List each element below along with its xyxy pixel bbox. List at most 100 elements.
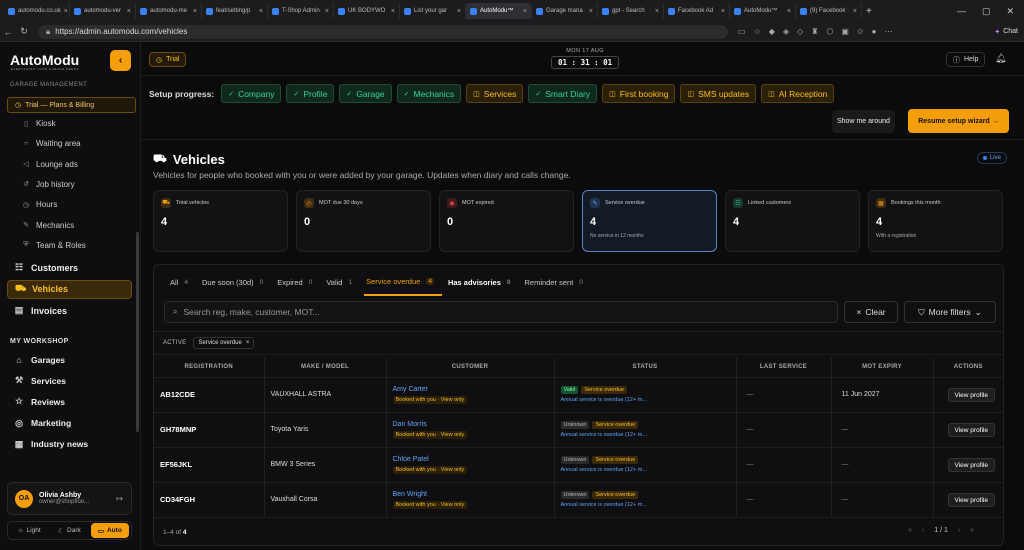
first-page-icon[interactable]: « bbox=[908, 527, 912, 534]
setup-step-garage[interactable]: ✓ Garage bbox=[339, 84, 392, 103]
bell-icon[interactable]: 🔔︎ bbox=[995, 53, 1006, 64]
column-header-status[interactable]: STATUS bbox=[554, 357, 737, 378]
setup-step-first-booking[interactable]: ◫ First booking bbox=[602, 84, 676, 103]
sidebar-item-invoices[interactable]: ▤ Invoices bbox=[7, 301, 132, 320]
status-note[interactable]: Annual service is overdue (12+ m... bbox=[561, 397, 736, 403]
column-header-make-model[interactable]: MAKE / MODEL bbox=[264, 357, 387, 378]
status-note[interactable]: Annual service is overdue (12+ m... bbox=[561, 502, 736, 508]
filter-tab-expired[interactable]: Expired 0 bbox=[275, 277, 320, 296]
browser-tab[interactable]: AutoModu™ × bbox=[466, 3, 532, 19]
favorites-icon[interactable]: ✩ bbox=[857, 27, 864, 36]
profile-icon[interactable]: ● bbox=[872, 27, 877, 36]
close-icon[interactable]: × bbox=[853, 8, 857, 15]
extension-icon[interactable]: ◈ bbox=[783, 27, 789, 36]
table-row[interactable]: CD34FGH Vauxhall Corsa Ben Wright Booked wi… bbox=[154, 482, 1003, 518]
user-card[interactable]: OA Olivia Ashby owner@shopfloo... ↦ bbox=[7, 482, 132, 515]
url-field[interactable]: 🔒︎ https://admin.automodu.com/vehicles bbox=[38, 24, 728, 39]
setup-step-mechanics[interactable]: ✓ Mechanics bbox=[396, 84, 462, 103]
sidebar-item-industry-news[interactable]: ▦ Industry news bbox=[7, 435, 132, 454]
close-window-icon[interactable]: ✕ bbox=[1006, 6, 1014, 17]
sidebar-item-waiting-area[interactable]: ⑁ Waiting area bbox=[22, 139, 81, 148]
filter-tab-has-advisories[interactable]: Has advisories 0 bbox=[446, 277, 519, 296]
sidebar-item-lounge-ads[interactable]: ◁ Lounge ads bbox=[22, 160, 78, 169]
prev-page-icon[interactable]: ‹ bbox=[922, 527, 924, 534]
extension-icon[interactable]: ▣ bbox=[841, 27, 849, 36]
search-input[interactable] bbox=[183, 307, 784, 317]
refresh-icon[interactable]: ↻ bbox=[16, 26, 32, 37]
close-icon[interactable]: × bbox=[589, 8, 593, 15]
theme-auto-button[interactable]: ▭ Auto bbox=[90, 523, 129, 538]
column-header-customer[interactable]: CUSTOMER bbox=[386, 357, 555, 378]
customer-link[interactable]: Chloe Patel bbox=[393, 456, 554, 463]
collapse-sidebar-button[interactable]: ‹ bbox=[110, 50, 131, 71]
extension-icon[interactable]: ⬡ bbox=[826, 27, 833, 36]
stat-card-total-vehicles[interactable]: ⛟ Total vehicles 4 bbox=[153, 190, 288, 252]
sidebar-item-trial-billing[interactable]: ◷ Trial — Plans & Billing bbox=[7, 97, 136, 113]
stat-card-mot-due-30-days[interactable]: ◴ MOT due 30 days 0 bbox=[296, 190, 431, 252]
back-icon[interactable]: ← bbox=[0, 27, 16, 37]
status-note[interactable]: Annual service is overdue (12+ m... bbox=[561, 467, 736, 473]
close-icon[interactable]: × bbox=[193, 8, 197, 15]
sidebar-item-marketing[interactable]: ◎ Marketing bbox=[7, 414, 132, 433]
theme-light-button[interactable]: ☼ Light bbox=[10, 523, 48, 538]
sidebar-item-mechanics[interactable]: ✎ Mechanics bbox=[22, 221, 74, 230]
browser-tab[interactable]: automodu-me × bbox=[136, 3, 202, 19]
setup-step-ai-reception[interactable]: ◫ AI Reception bbox=[761, 84, 835, 103]
setup-step-smart-diary[interactable]: ✓ Smart Diary bbox=[528, 84, 598, 103]
extension-icon[interactable]: ◇ bbox=[797, 27, 803, 36]
sidebar-item-garages[interactable]: ⌂ Garages bbox=[7, 350, 132, 369]
setup-step-profile[interactable]: ✓ Profile bbox=[286, 84, 335, 103]
close-icon[interactable]: × bbox=[325, 8, 329, 15]
view-profile-button[interactable]: View profile bbox=[947, 492, 995, 507]
customer-link[interactable]: Dan Morris bbox=[393, 421, 554, 428]
view-profile-button[interactable]: View profile bbox=[947, 387, 995, 402]
logout-icon[interactable]: ↦ bbox=[116, 494, 123, 503]
browser-tab[interactable]: gpt - Search × bbox=[598, 3, 664, 19]
browser-tab[interactable]: automodu.co.uk × bbox=[4, 3, 70, 19]
sidebar-item-reviews[interactable]: ☆ Reviews bbox=[7, 392, 132, 411]
extension-icon[interactable]: ◆ bbox=[769, 27, 775, 36]
browser-tab[interactable]: List your gar × bbox=[400, 3, 466, 19]
last-page-icon[interactable]: » bbox=[970, 527, 974, 534]
browser-tab[interactable]: automodu-ver × bbox=[70, 3, 136, 19]
filter-tab-service-overdue[interactable]: Service overdue 4 bbox=[364, 277, 442, 296]
close-icon[interactable]: × bbox=[259, 8, 263, 15]
close-icon[interactable]: × bbox=[787, 8, 791, 15]
close-icon[interactable]: × bbox=[246, 340, 250, 346]
browser-tab[interactable]: AutoModu™ × bbox=[730, 3, 796, 19]
chat-button[interactable]: ✦ Chat bbox=[994, 28, 1018, 36]
next-page-icon[interactable]: › bbox=[958, 527, 960, 534]
close-icon[interactable]: × bbox=[721, 8, 725, 15]
view-profile-button[interactable]: View profile bbox=[947, 457, 995, 472]
close-icon[interactable]: × bbox=[391, 8, 395, 15]
search-box[interactable]: ⌕ bbox=[164, 301, 838, 323]
table-row[interactable]: AB12CDE VAUXHALL ASTRA Amy Carter Booked wi… bbox=[154, 377, 1003, 413]
theme-dark-button[interactable]: ☾ Dark bbox=[50, 523, 88, 538]
close-icon[interactable]: × bbox=[127, 8, 131, 15]
column-header-mot-expiry[interactable]: MOT EXPIRY bbox=[831, 357, 934, 378]
filter-tab-due-soon-30d-[interactable]: Due soon (30d) 0 bbox=[200, 277, 271, 296]
close-icon[interactable]: × bbox=[655, 8, 659, 15]
column-header-actions[interactable]: ACTIONS bbox=[933, 357, 1003, 378]
menu-icon[interactable]: ⋯ bbox=[884, 27, 892, 36]
stat-card-service-overdue[interactable]: ✎ Service overdue 4 No service in 12 months bbox=[582, 190, 717, 252]
table-row[interactable]: EF56JKL BMW 3 Series Chloe Patel Booked wit… bbox=[154, 447, 1003, 483]
sidebar-item-job-history[interactable]: ↺ Job history bbox=[22, 180, 75, 189]
browser-tab[interactable]: T-Shop Admin × bbox=[268, 3, 334, 19]
filter-chip-service-overdue[interactable]: Service overdue × bbox=[193, 337, 255, 349]
setup-step-sms-updates[interactable]: ◫ SMS updates bbox=[680, 84, 757, 103]
sidebar-item-hours[interactable]: ◷ Hours bbox=[22, 200, 57, 209]
customer-link[interactable]: Ben Wright bbox=[393, 491, 554, 498]
maximize-icon[interactable]: ▢ bbox=[982, 6, 991, 17]
customer-link[interactable]: Amy Carter bbox=[393, 386, 554, 393]
filter-tab-reminder-sent[interactable]: Reminder sent 0 bbox=[523, 277, 591, 296]
filter-tab-all[interactable]: All 4 bbox=[168, 277, 196, 296]
sidebar-item-team-roles[interactable]: ⛨ Team & Roles bbox=[22, 241, 85, 250]
sidebar-item-kiosk[interactable]: ▯ Kiosk bbox=[22, 119, 56, 128]
sidebar-item-vehicles[interactable]: ⛟ Vehicles bbox=[7, 279, 132, 299]
view-profile-button[interactable]: View profile bbox=[947, 422, 995, 437]
column-header-last-service[interactable]: LAST SERVICE bbox=[736, 357, 832, 378]
sidebar-item-services[interactable]: ⚒ Services bbox=[7, 371, 132, 390]
setup-step-services[interactable]: ◫ Services bbox=[466, 84, 524, 103]
new-tab-icon[interactable]: + bbox=[866, 6, 872, 17]
